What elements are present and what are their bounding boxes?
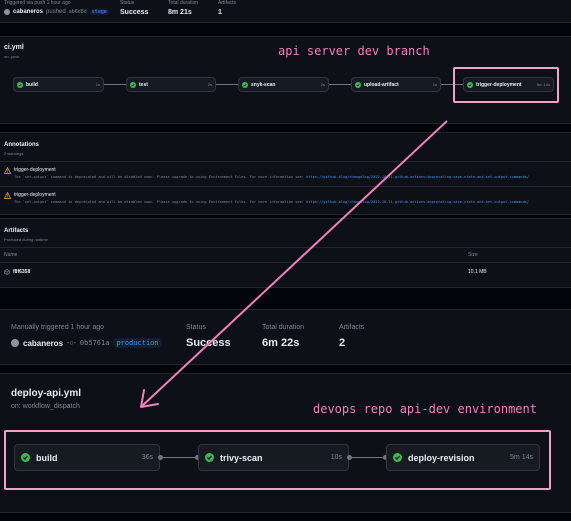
annotation-arrow (140, 120, 448, 408)
